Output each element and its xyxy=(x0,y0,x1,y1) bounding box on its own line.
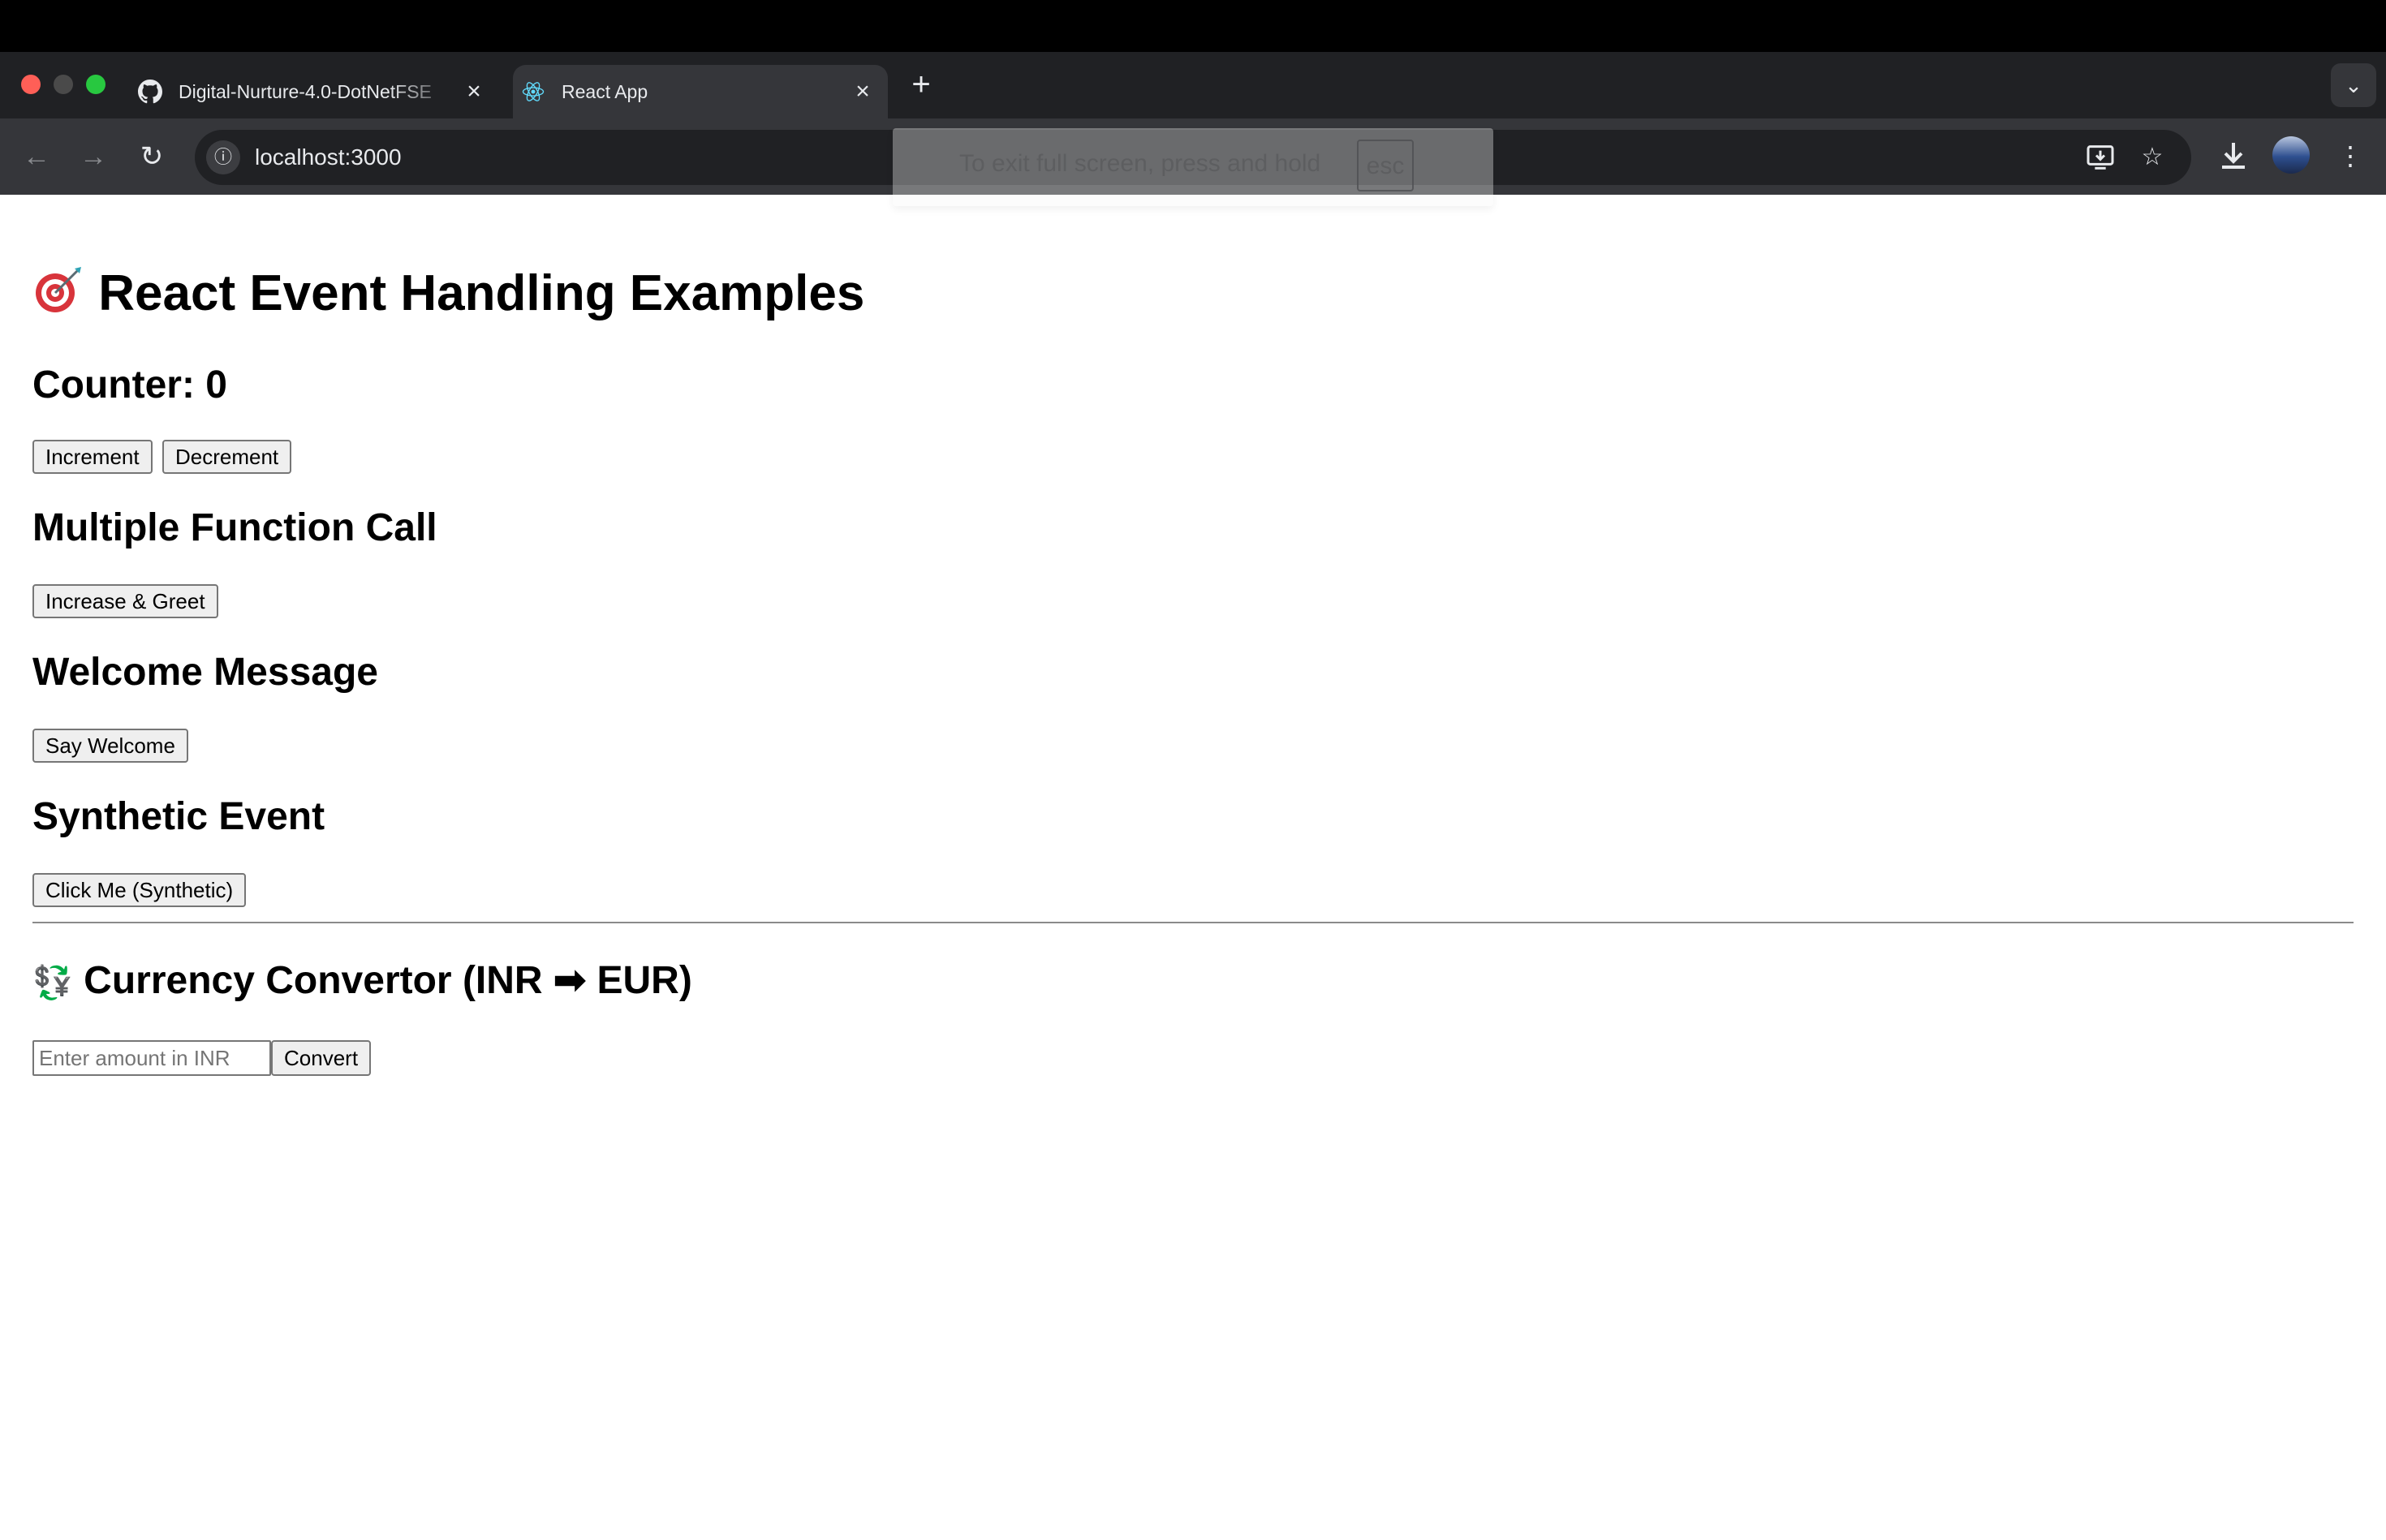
currency-exchange-icon: 💱 xyxy=(32,965,73,1001)
decrement-button[interactable]: Decrement xyxy=(162,440,292,474)
currency-heading: 💱 Currency Convertor (INR ➡ EUR) xyxy=(32,957,692,1006)
counter-heading: Counter: 0 xyxy=(32,363,227,407)
bookmark-star-icon[interactable]: ☆ xyxy=(2136,141,2169,174)
target-icon xyxy=(32,264,84,330)
more-menu-icon[interactable]: ⋮ xyxy=(2331,136,2370,175)
site-info-icon[interactable]: ⓘ xyxy=(206,140,240,174)
esc-key-badge: esc xyxy=(1357,140,1414,191)
url-text[interactable]: localhost:3000 xyxy=(255,144,402,171)
click-me-synthetic-button[interactable]: Click Me (Synthetic) xyxy=(32,873,247,907)
new-tab-icon[interactable]: + xyxy=(907,68,935,101)
close-tab-icon[interactable]: × xyxy=(462,80,486,104)
page-title: React Event Handling Examples xyxy=(32,263,864,330)
browser-tab-github[interactable]: Digital-Nurture-4.0-DotNetFSE × xyxy=(130,65,499,118)
back-arrow-icon[interactable]: ← xyxy=(18,138,55,175)
window-zoom-button[interactable] xyxy=(86,75,106,94)
install-app-icon[interactable] xyxy=(2084,141,2117,174)
reload-icon[interactable]: ↻ xyxy=(133,138,170,175)
say-welcome-button[interactable]: Say Welcome xyxy=(32,729,188,763)
fullscreen-exit-toast: To exit full screen, press and hold esc xyxy=(893,128,1493,206)
section-divider xyxy=(32,922,2354,923)
tab-title: Digital-Nurture-4.0-DotNetFSE xyxy=(179,81,432,102)
synthetic-heading: Synthetic Event xyxy=(32,795,325,838)
tab-search-chevron-icon[interactable]: ⌄ xyxy=(2331,63,2376,107)
currency-heading-text: Currency Convertor (INR ➡ EUR) xyxy=(84,959,692,1002)
window-minimize-button[interactable] xyxy=(54,75,73,94)
increase-greet-button[interactable]: Increase & Greet xyxy=(32,584,218,618)
download-icon[interactable] xyxy=(2214,136,2253,175)
github-icon xyxy=(138,80,162,104)
tab-title: React App xyxy=(562,81,648,102)
fullscreen-toast-text: To exit full screen, press and hold xyxy=(959,150,1321,177)
screen-top-bar xyxy=(0,0,2386,52)
forward-arrow-icon[interactable]: → xyxy=(75,138,112,175)
increment-button[interactable]: Increment xyxy=(32,440,153,474)
convert-button[interactable]: Convert xyxy=(271,1040,372,1076)
browser-tab-react-app[interactable]: React App × xyxy=(513,65,888,118)
page-title-text: React Event Handling Examples xyxy=(98,265,865,321)
react-icon xyxy=(522,82,545,101)
welcome-heading: Welcome Message xyxy=(32,651,378,694)
inr-amount-input[interactable] xyxy=(32,1040,271,1076)
window-close-button[interactable] xyxy=(21,75,41,94)
close-tab-icon[interactable]: × xyxy=(851,80,875,104)
profile-avatar[interactable] xyxy=(2272,136,2310,174)
multiple-function-heading: Multiple Function Call xyxy=(32,506,437,549)
